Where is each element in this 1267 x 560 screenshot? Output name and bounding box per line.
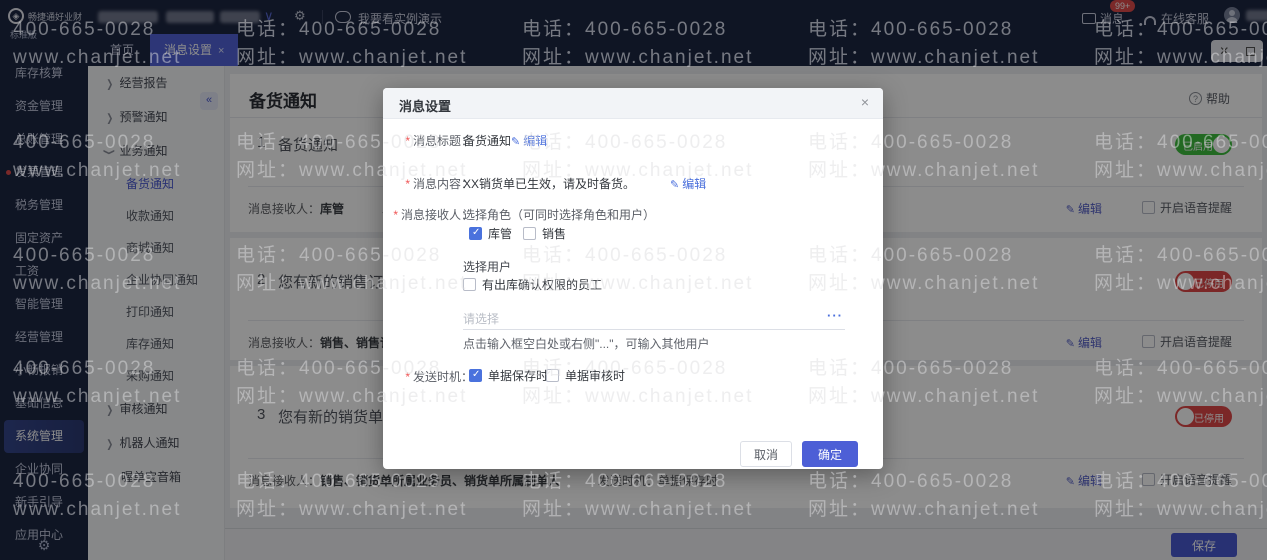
role-label: 销售 bbox=[542, 227, 567, 241]
message-settings-dialog: 消息设置 × * 消息标题： 备货通知 ✎ 编辑 * 消息内容： XX销货单已生效，请… bbox=[383, 88, 883, 469]
input-hint: 点击输入框空白处或右侧"..."，可输入其他用户 bbox=[463, 337, 710, 351]
field-label-content: * 消息内容： bbox=[361, 175, 473, 192]
label-text: 发送时机： bbox=[412, 370, 473, 384]
select-user-label: 选择用户 bbox=[463, 260, 512, 274]
input-placeholder: 请选择 bbox=[463, 312, 500, 326]
required-asterisk: * bbox=[393, 208, 398, 222]
dialog-title: 消息设置 bbox=[399, 99, 452, 114]
checkbox-checked-icon bbox=[469, 369, 482, 382]
more-users-button[interactable]: ··· bbox=[827, 308, 843, 323]
timing-checkbox-on-save[interactable]: 单据保存时 bbox=[469, 367, 548, 384]
timing-checkbox-on-audit[interactable]: 单据审核时 bbox=[546, 367, 625, 384]
app-window: ◈ 畅捷通好业财 标准版 库存核算 资金管理 总账管理 发票管理 税务管理 固定… bbox=[0, 0, 1267, 560]
message-title-value: 备货通知 bbox=[463, 134, 512, 148]
field-label-timing: * 发送时机： bbox=[361, 368, 473, 385]
edit-content-button[interactable]: ✎ 编辑 bbox=[670, 175, 706, 192]
message-content-value: XX销货单已生效，请及时备货。 bbox=[463, 177, 636, 191]
pencil-icon: ✎ bbox=[511, 136, 521, 148]
cancel-button[interactable]: 取消 bbox=[740, 441, 792, 467]
user-select-input[interactable]: 请选择 ··· bbox=[463, 306, 845, 330]
edit-title-button[interactable]: ✎ 编辑 bbox=[511, 132, 547, 149]
checkbox-icon bbox=[546, 369, 559, 382]
permission-checkbox[interactable]: 有出库确认权限的员工 bbox=[463, 276, 602, 293]
field-label-recipient: * 消息接收人： bbox=[361, 206, 473, 223]
checkbox-icon bbox=[463, 278, 476, 291]
timing-label: 单据保存时 bbox=[488, 369, 549, 383]
dialog-header: 消息设置 × bbox=[383, 88, 883, 119]
checkbox-checked-icon bbox=[469, 227, 482, 240]
role-checkbox-warehouse[interactable]: 库管 bbox=[469, 225, 512, 242]
edit-label: 编辑 bbox=[682, 177, 707, 191]
recipient-hint: 选择角色（可同时选择角色和用户） bbox=[463, 208, 656, 222]
edit-label: 编辑 bbox=[523, 134, 548, 148]
field-label-title: * 消息标题： bbox=[361, 132, 473, 149]
confirm-button[interactable]: 确定 bbox=[802, 441, 858, 467]
required-asterisk: * bbox=[405, 370, 410, 384]
timing-label: 单据审核时 bbox=[565, 369, 626, 383]
required-asterisk: * bbox=[405, 134, 410, 148]
pencil-icon: ✎ bbox=[670, 179, 680, 191]
role-checkbox-sales[interactable]: 销售 bbox=[523, 225, 566, 242]
required-asterisk: * bbox=[405, 177, 410, 191]
checkbox-icon bbox=[523, 227, 536, 240]
dialog-close-icon[interactable]: × bbox=[861, 95, 869, 109]
role-label: 库管 bbox=[488, 227, 513, 241]
permission-label: 有出库确认权限的员工 bbox=[482, 278, 603, 292]
